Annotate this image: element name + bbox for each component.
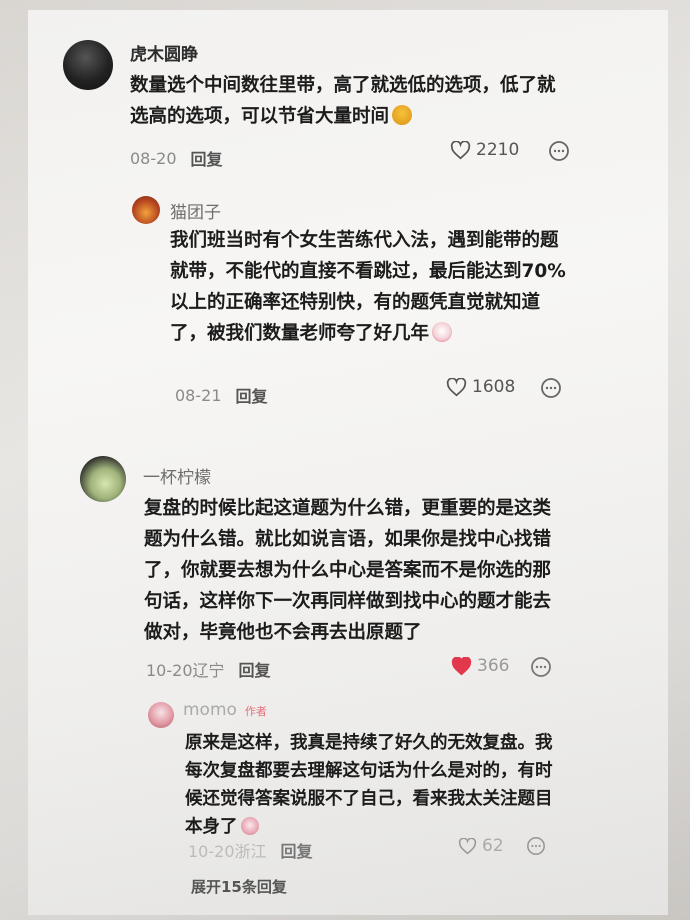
comment-date: 10-20辽宁 [146,661,225,680]
comment-text: 复盘的时候比起这道题为什么错，更重要的是这类题为什么错。就比如说言语，如果你是找… [144,498,552,643]
comment-username[interactable]: 虎木圆睁 [130,40,198,65]
sunglasses-emoji-icon [392,105,413,125]
heart-outline-icon [450,140,471,159]
reply-button[interactable]: 回复 [236,383,268,407]
reply-button[interactable]: 回复 [191,146,223,170]
reply-text: 原来是这样，我真是持续了好久的无效复盘。我每次复盘都要去理解这句话为什么是对的，… [185,729,560,841]
comment-text-content: 数量选个中间数往里带，高了就选低的选项，低了就选高的选项，可以节省大量时间 [130,75,556,127]
reply-text-content: 原来是这样，我真是持续了好久的无效复盘。我每次复盘都要去理解这句话为什么是对的，… [185,733,553,837]
more-options-icon[interactable] [530,656,552,682]
clown-emoji-icon [432,322,453,342]
like-button[interactable]: 366 [451,656,509,676]
comment-username[interactable]: 一杯柠檬 [143,463,211,488]
reply-date: 08-21 [175,385,222,405]
comment-text: 数量选个中间数往里带，高了就选低的选项，低了就选高的选项，可以节省大量时间 [130,70,570,132]
avatar[interactable] [80,456,126,502]
comment-date: 08-20 [130,148,177,168]
more-options-icon[interactable] [540,377,562,403]
reply-text: 我们班当时有个女生苦练代入法，遇到能带的题就带，不能代的直接不看跳过，最后能达到… [170,225,568,349]
heart-outline-icon [458,837,477,854]
more-options-icon[interactable] [548,140,570,166]
crying-emoji-icon [240,817,259,835]
like-button[interactable]: 62 [458,836,504,856]
like-button[interactable]: 1608 [446,377,515,397]
reply-button[interactable]: 回复 [281,838,313,862]
heart-outline-icon [446,377,467,396]
reply-date: 10-20浙江 [188,842,267,861]
heart-filled-icon [451,656,472,675]
comment-screen: 虎木圆睁 数量选个中间数往里带，高了就选低的选项，低了就选高的选项，可以节省大量… [28,10,668,915]
expand-replies-link[interactable]: 展开15条回复 [191,876,287,897]
more-options-icon[interactable] [526,836,546,860]
avatar[interactable] [132,196,160,224]
author-tag: 作者 [244,705,267,718]
like-count: 2210 [476,140,520,160]
comment-meta: 08-20 回复 [130,146,223,170]
reply-button[interactable]: 回复 [239,657,271,681]
avatar[interactable] [148,702,174,728]
like-count: 62 [482,836,504,856]
reply-meta: 10-20浙江 回复 [188,838,313,862]
reply-meta: 08-21 回复 [175,383,268,407]
reply-username-text[interactable]: momo [183,700,237,720]
reply-username[interactable]: 猫团子 [170,198,221,223]
avatar[interactable] [63,40,113,90]
comment-meta: 10-20辽宁 回复 [146,657,271,681]
like-button[interactable]: 2210 [450,140,519,160]
reply-text-content: 我们班当时有个女生苦练代入法，遇到能带的题就带，不能代的直接不看跳过，最后能达到… [170,230,566,344]
reply-username: momo 作者 [183,700,267,720]
like-count: 366 [477,656,510,676]
like-count: 1608 [472,377,516,397]
